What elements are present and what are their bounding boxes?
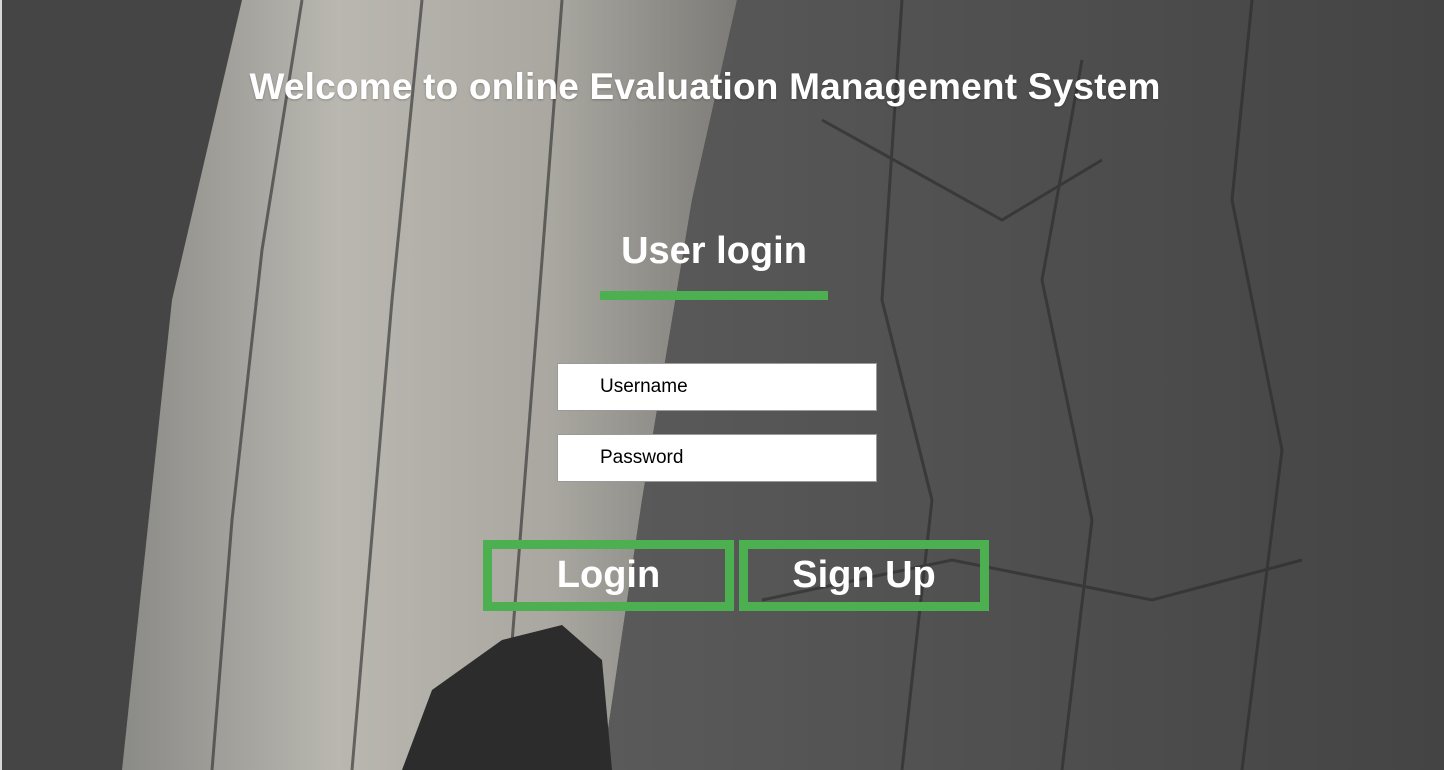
signup-button[interactable]: Sign Up — [739, 540, 989, 611]
heading-underline — [600, 291, 828, 300]
username-field[interactable] — [557, 363, 877, 411]
password-field[interactable] — [557, 434, 877, 482]
login-button[interactable]: Login — [483, 540, 734, 611]
login-heading: User login — [621, 230, 807, 272]
page-title: Welcome to online Evaluation Management … — [249, 66, 1161, 107]
